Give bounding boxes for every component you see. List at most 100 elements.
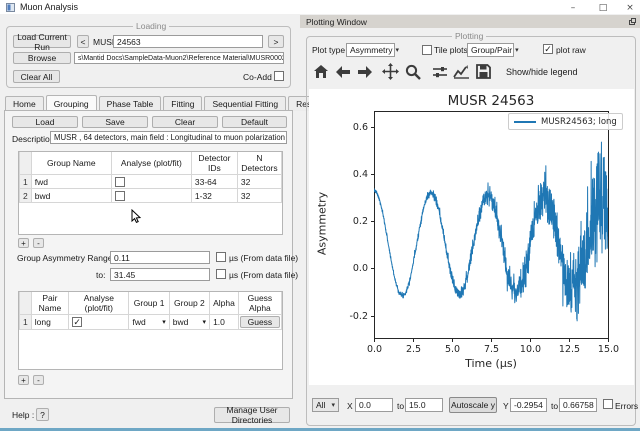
pair-analyse-checkbox[interactable]: ✓	[72, 317, 82, 327]
group-table-row: 2 bwd 1-32 32	[20, 189, 282, 203]
customize-plot-icon[interactable]	[452, 62, 471, 81]
pair-table-corner	[20, 292, 32, 315]
help-label: Help :	[12, 410, 34, 420]
tab-fitting[interactable]: Fitting	[163, 96, 202, 111]
load-current-run-button[interactable]: Load Current Run	[13, 35, 71, 48]
mouse-cursor	[131, 209, 142, 224]
errors-checkbox[interactable]	[603, 399, 613, 409]
tab-sequential-fitting[interactable]: Sequential Fitting	[204, 96, 286, 111]
pair-table-header-name: Pair Name	[31, 292, 68, 315]
tab-home[interactable]: Home	[5, 96, 44, 111]
range-from-checkbox[interactable]	[216, 252, 226, 262]
plot-figure[interactable]: MUSR 24563 Asymmetry Time (µs) MUSR24563…	[309, 89, 634, 385]
group-add-button[interactable]: +	[18, 238, 29, 248]
pair-analyse-cell: ✓	[69, 315, 129, 330]
y-to-label: to	[551, 401, 558, 411]
group-name-cell[interactable]: fwd	[31, 175, 111, 189]
grouping-default-button[interactable]: Default	[222, 116, 287, 128]
autoscale-y-button[interactable]: Autoscale y	[449, 397, 497, 413]
range-to-input[interactable]: 31.45	[110, 268, 210, 281]
back-arrow-icon[interactable]	[333, 62, 352, 81]
legend-label: MUSR24563; long	[541, 117, 617, 127]
pair-group1-dropdown[interactable]: fwd▾	[129, 315, 169, 330]
plot-type-dropdown[interactable]: Asymmetry▾	[346, 43, 395, 57]
maximize-button[interactable]: □	[594, 2, 612, 14]
group-remove-button[interactable]: -	[33, 238, 44, 248]
browse-button[interactable]: Browse	[13, 52, 71, 64]
legend-line-sample	[514, 121, 536, 123]
clear-all-button[interactable]: Clear All	[13, 70, 60, 83]
group-analyse-cell	[111, 189, 191, 203]
pair-table-header-group2: Group 2	[169, 292, 209, 315]
previous-run-button[interactable]: <	[77, 35, 89, 48]
x-to-input[interactable]: 15.0	[405, 398, 443, 412]
tab-phase-table[interactable]: Phase Table	[99, 96, 162, 111]
grouping-load-button[interactable]: Load	[12, 116, 78, 128]
zoom-icon[interactable]	[403, 62, 422, 81]
y-to-input[interactable]: 0.66758	[559, 398, 597, 412]
group-ids-cell[interactable]: 33-64	[191, 175, 237, 189]
description-field[interactable]: MUSR , 64 detectors, main field : Longit…	[50, 131, 287, 144]
group-table-row: 1 fwd 33-64 32	[20, 175, 282, 189]
tile-plots-checkbox[interactable]	[422, 45, 432, 55]
group-ids-cell[interactable]: 1-32	[191, 189, 237, 203]
group-row-number: 1	[20, 175, 32, 189]
application-window: Muon Analysis – □ × Loading Load Current…	[0, 0, 640, 434]
group-name-cell[interactable]: bwd	[31, 189, 111, 203]
home-icon[interactable]	[311, 62, 330, 81]
file-path-field[interactable]: s\Mantid Docs\SampleData-Muon2\Reference…	[74, 52, 284, 64]
pair-add-button[interactable]: +	[18, 375, 29, 385]
x-from-input[interactable]: 0.0	[355, 398, 393, 412]
x-to-label: to	[397, 401, 404, 411]
range-from-unit-label: µs (From data file)	[229, 253, 298, 263]
x-range-label: X	[347, 401, 353, 411]
pair-name-cell[interactable]: long	[31, 315, 68, 330]
loading-group-label: Loading	[133, 21, 169, 31]
pair-table-header-group1: Group 1	[129, 292, 169, 315]
tab-grouping[interactable]: Grouping	[46, 95, 97, 111]
y-range-label: Y	[503, 401, 509, 411]
help-button[interactable]: ?	[36, 408, 49, 421]
chevron-down-icon: ▾	[515, 46, 519, 54]
pair-group2-dropdown[interactable]: bwd▾	[169, 315, 209, 330]
main-titlebar: Muon Analysis – □ ×	[0, 0, 640, 14]
pair-remove-button[interactable]: -	[33, 375, 44, 385]
grouping-clear-button[interactable]: Clear	[152, 116, 218, 128]
y-from-input[interactable]: -0.2954	[510, 398, 547, 412]
subplot-settings-icon[interactable]	[430, 62, 449, 81]
manage-user-directories-button[interactable]: Manage User Directories	[214, 407, 290, 423]
group-table-header-ids: Detector IDs	[191, 152, 237, 175]
coadd-checkbox[interactable]	[274, 71, 284, 81]
range-to-checkbox[interactable]	[216, 269, 226, 279]
plot-canvas[interactable]	[309, 89, 634, 385]
group-table-header-analyse: Analyse (plot/fit)	[111, 152, 191, 175]
range-scope-dropdown[interactable]: All▾	[312, 398, 339, 412]
range-to-unit-label: µs (From data file)	[229, 270, 298, 280]
plot-raw-checkbox[interactable]: ✓	[543, 44, 553, 54]
show-hide-legend-button[interactable]: Show/hide legend	[506, 67, 578, 77]
tile-by-dropdown[interactable]: Group/Pair▾	[467, 43, 514, 57]
plotting-window-titlebar[interactable]: Plotting Window	[300, 15, 640, 28]
grouping-save-button[interactable]: Save	[82, 116, 148, 128]
next-run-button[interactable]: >	[268, 35, 284, 48]
group-analyse-checkbox[interactable]	[115, 191, 125, 201]
group-analyse-checkbox[interactable]	[115, 177, 125, 187]
save-icon[interactable]	[474, 62, 493, 81]
app-icon	[6, 3, 15, 12]
pair-alpha-cell[interactable]: 1.0	[210, 315, 239, 330]
minimize-button[interactable]: –	[564, 2, 582, 14]
group-table-header-name: Group Name	[31, 152, 111, 175]
plot-legend[interactable]: MUSR24563; long	[508, 113, 623, 130]
tab-bar: Home Grouping Phase Table Fitting Sequen…	[5, 95, 334, 111]
pan-icon[interactable]	[381, 62, 400, 81]
range-from-input[interactable]: 0.11	[110, 251, 210, 264]
errors-label: Errors	[615, 401, 638, 411]
close-button[interactable]: ×	[621, 2, 639, 14]
group-table: Group Name Analyse (plot/fit) Detector I…	[18, 151, 283, 235]
run-number-input[interactable]: 24563	[113, 35, 263, 48]
forward-arrow-icon[interactable]	[355, 62, 374, 81]
group-row-number: 2	[20, 189, 32, 203]
plot-toolbar: Show/hide legend	[311, 62, 578, 81]
float-window-icon[interactable]	[628, 17, 637, 26]
guess-alpha-button[interactable]: Guess	[240, 316, 280, 328]
